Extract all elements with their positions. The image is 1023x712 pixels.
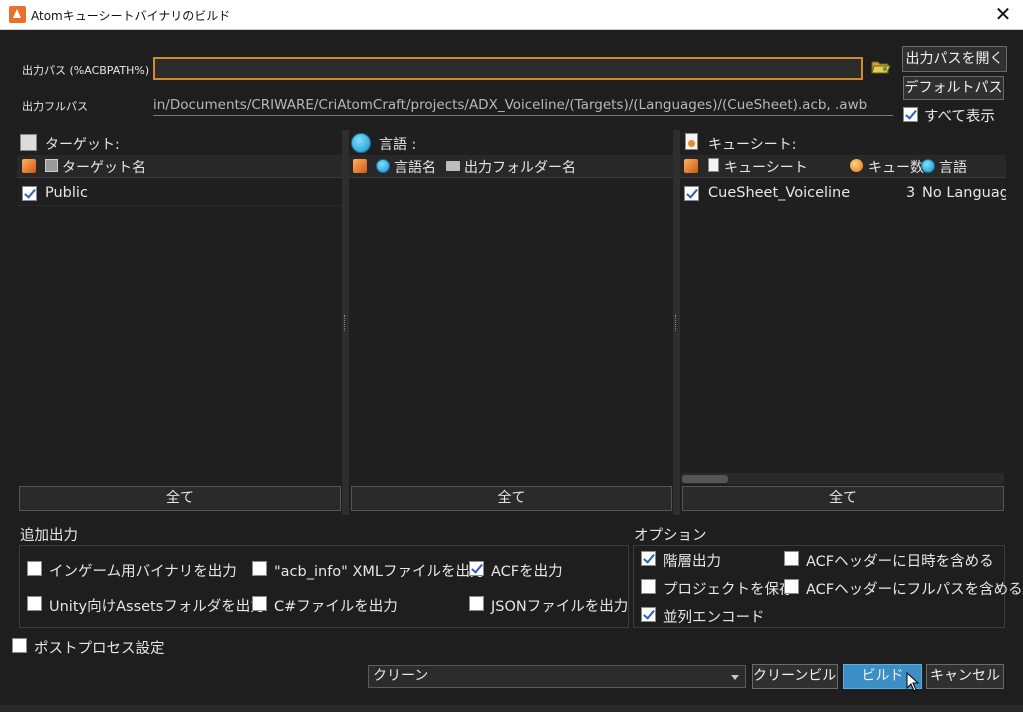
stack-icon (22, 159, 36, 173)
output-path-label: 出力パス (%ACBPATH%) (22, 64, 150, 77)
parallel-encode-checkbox[interactable] (641, 607, 656, 622)
show-all-checkbox[interactable] (903, 107, 918, 122)
save-project-label: プロジェクトを保存 (663, 582, 794, 598)
cuesheet-panel-header: キューシート: (680, 130, 1006, 155)
acf-header-fullpath-checkbox[interactable] (784, 579, 799, 594)
acf-output-label: ACFを出力 (491, 564, 563, 580)
taskbar-strip (0, 705, 1023, 712)
splitter[interactable] (673, 130, 680, 515)
cuesheet-name-cell: CueSheet_Voiceline (708, 185, 851, 201)
output-path-input[interactable] (153, 57, 863, 80)
post-process-checkbox[interactable] (12, 638, 27, 653)
show-all-label: すべて表示 (924, 109, 995, 125)
scrollbar-thumb[interactable] (682, 475, 728, 483)
language-panel: 言語 : 言語名 出力フォルダー名 全て (349, 130, 673, 515)
close-icon[interactable]: ✕ (991, 3, 1015, 25)
table-row[interactable]: Public (17, 182, 342, 206)
ingame-binary-checkbox[interactable] (27, 561, 42, 576)
open-output-path-button[interactable]: 出力パスを開く (902, 46, 1007, 72)
target-icon (20, 134, 37, 151)
title-bar: Atomキューシートバイナリのビルド ✕ (0, 0, 1023, 30)
splitter-grip (344, 315, 347, 331)
stack-icon (684, 159, 698, 173)
language-column-header[interactable]: 言語名 出力フォルダー名 (349, 155, 673, 178)
json-file-label: JSONファイルを出力 (491, 599, 629, 615)
acf-header-datetime-checkbox[interactable] (784, 551, 799, 566)
hierarchy-output-label: 階層出力 (663, 554, 721, 570)
target-name-icon (45, 159, 58, 172)
unity-assets-checkbox[interactable] (27, 596, 42, 611)
splitter[interactable] (342, 130, 349, 515)
target-panel: ターゲット: ターゲット名 Public 全て (17, 130, 342, 515)
atom-app-icon (9, 6, 26, 23)
acf-header-datetime-label: ACFヘッダーに日時を含める (806, 554, 994, 570)
globe-icon (376, 159, 390, 173)
unity-assets-label: Unity向けAssetsフォルダを出力 (49, 599, 265, 615)
clean-build-button[interactable]: クリーンビルド (752, 664, 838, 689)
target-all-button[interactable]: 全て (19, 486, 341, 511)
stack-icon (353, 159, 367, 173)
cuesheet-row-checkbox[interactable] (684, 186, 699, 201)
full-path-field: in/Documents/CRIWARE/CriAtomCraft/projec… (153, 94, 893, 116)
globe-icon (921, 159, 935, 173)
ingame-binary-label: インゲーム用バイナリを出力 (49, 564, 237, 580)
build-mode-select[interactable]: クリーン (368, 665, 746, 688)
extra-output-title: 追加出力 (20, 528, 78, 544)
cue-icon (850, 159, 863, 172)
cuesheet-panel: キューシート: キューシート キュー数 言語 CueSheet_Voicelin… (680, 130, 1006, 515)
horizontal-scrollbar[interactable] (681, 473, 1004, 484)
full-path-label: 出力フルパス (22, 100, 88, 113)
hierarchy-output-checkbox[interactable] (641, 551, 656, 566)
target-public-checkbox[interactable] (22, 186, 37, 201)
cuesheet-language-cell: No Languag (922, 185, 1006, 201)
language-all-button[interactable]: 全て (351, 486, 672, 511)
document-icon (685, 133, 698, 150)
target-panel-header: ターゲット: (17, 130, 342, 155)
acb-info-xml-label: "acb_info" XMLファイルを出力 (274, 564, 485, 580)
folder-icon (446, 161, 460, 171)
json-file-checkbox[interactable] (469, 596, 484, 611)
language-panel-header: 言語 : (349, 130, 673, 155)
globe-icon (351, 133, 371, 153)
target-column-header[interactable]: ターゲット名 (17, 155, 342, 178)
acf-header-fullpath-label: ACFヘッダーにフルパスを含める (806, 582, 1023, 598)
options-title: オプション (634, 528, 707, 544)
cancel-button[interactable]: キャンセル (926, 664, 1004, 689)
folder-open-icon[interactable] (871, 58, 891, 76)
window-title: Atomキューシートバイナリのビルド (31, 9, 231, 23)
default-path-button[interactable]: デフォルトパス (903, 76, 1004, 100)
csharp-file-checkbox[interactable] (252, 596, 267, 611)
cuesheet-all-button[interactable]: 全て (682, 486, 1004, 511)
target-name-cell: Public (45, 185, 88, 201)
chevron-down-icon (731, 675, 739, 680)
cue-count-cell: 3 (906, 185, 916, 201)
acf-output-checkbox[interactable] (469, 561, 484, 576)
table-row[interactable]: CueSheet_Voiceline 3 No Languag (680, 182, 1006, 206)
post-process-label: ポストプロセス設定 (34, 641, 165, 657)
document-icon (708, 158, 719, 172)
parallel-encode-label: 並列エンコード (663, 610, 765, 626)
splitter-grip (675, 315, 678, 331)
acb-info-xml-checkbox[interactable] (252, 561, 267, 576)
save-project-checkbox[interactable] (641, 579, 656, 594)
csharp-file-label: C#ファイルを出力 (274, 599, 398, 615)
cuesheet-column-header[interactable]: キューシート キュー数 言語 (680, 155, 1006, 178)
